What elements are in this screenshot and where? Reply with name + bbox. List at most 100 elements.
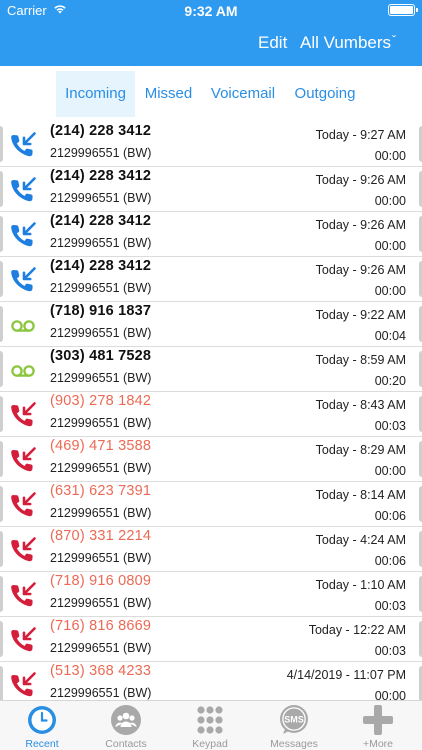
call-line: 2129996551 (BW) (50, 281, 152, 295)
call-timestamp: Today - 4:24 AM (315, 533, 406, 547)
call-duration: 00:03 (374, 599, 406, 613)
call-row[interactable]: (716) 816 8669 2129996551 (BW) Today - 12:… (0, 617, 422, 662)
status-time: 9:32 AM (184, 3, 238, 19)
missed-call-icon (11, 672, 36, 697)
call-row[interactable]: (718) 916 1837 2129996551 (BW) Today - 9:2… (0, 302, 422, 347)
svg-text:SMS: SMS (284, 715, 304, 725)
call-number: (469) 471 3588 (50, 438, 152, 454)
tabbar-contacts[interactable]: Contacts (84, 701, 168, 750)
call-timestamp: Today - 8:14 AM (315, 488, 406, 502)
call-timestamp: Today - 9:22 AM (315, 308, 406, 322)
plus-icon (363, 705, 393, 735)
call-row[interactable]: (303) 481 7528 2129996551 (BW) Today - 8:5… (0, 347, 422, 392)
incoming-call-icon (11, 132, 36, 157)
call-line: 2129996551 (BW) (50, 191, 152, 205)
call-number: (214) 228 3412 (50, 258, 152, 274)
call-duration: 00:00 (374, 689, 406, 700)
tab-missed[interactable]: Missed (139, 71, 198, 117)
call-line: 2129996551 (BW) (50, 416, 152, 430)
tab-outgoing[interactable]: Outgoing (288, 71, 362, 117)
call-row[interactable]: (214) 228 3412 2129996551 (BW) Today - 9:2… (0, 122, 422, 167)
status-bar: Carrier 9:32 AM (0, 0, 422, 22)
call-row[interactable]: (718) 916 0809 2129996551 (BW) Today - 1:1… (0, 572, 422, 617)
call-duration: 00:20 (374, 374, 406, 388)
tabbar-keypad-label: Keypad (192, 738, 228, 750)
call-line: 2129996551 (BW) (50, 326, 152, 340)
call-row[interactable]: (870) 331 2214 2129996551 (BW) Today - 4:2… (0, 527, 422, 572)
chevron-down-icon: ˇ (392, 33, 397, 47)
call-duration: 00:04 (374, 329, 406, 343)
missed-call-icon (11, 627, 36, 652)
call-number: (214) 228 3412 (50, 168, 152, 184)
sms-icon: SMS (280, 705, 308, 734)
call-timestamp: 4/14/2019 - 11:07 PM (286, 668, 406, 682)
call-duration: 00:00 (374, 464, 406, 478)
tabbar-messages[interactable]: SMS Messages (252, 701, 336, 750)
call-timestamp: Today - 1:10 AM (315, 578, 406, 592)
clock-icon (28, 706, 56, 734)
voicemail-icon (11, 365, 35, 377)
call-timestamp: Today - 9:26 AM (315, 218, 406, 232)
call-number: (214) 228 3412 (50, 213, 152, 229)
call-timestamp: Today - 9:27 AM (315, 128, 406, 142)
tabbar-more-label: +More (362, 738, 394, 750)
call-timestamp: Today - 9:26 AM (315, 263, 406, 277)
call-line: 2129996551 (BW) (50, 596, 152, 610)
call-duration: 00:00 (374, 194, 406, 208)
tabbar-keypad[interactable]: Keypad (168, 701, 252, 750)
call-line: 2129996551 (BW) (50, 686, 152, 700)
battery-icon (388, 4, 418, 16)
keypad-icon (197, 706, 223, 734)
tabbar-more[interactable]: +More (336, 701, 420, 750)
call-row[interactable]: (214) 228 3412 2129996551 (BW) Today - 9:2… (0, 212, 422, 257)
call-row[interactable]: (513) 368 4233 2129996551 (BW) 4/14/2019 -… (0, 662, 422, 700)
call-number: (718) 916 0809 (50, 573, 152, 589)
call-number: (718) 916 1837 (50, 303, 152, 319)
call-line: 2129996551 (BW) (50, 506, 152, 520)
call-line: 2129996551 (BW) (50, 461, 152, 475)
all-vumbers-dropdown[interactable]: All Vumbersˇ (300, 33, 396, 53)
call-row[interactable]: (214) 228 3412 2129996551 (BW) Today - 9:2… (0, 257, 422, 302)
tabbar-recent[interactable]: Recent (0, 701, 84, 750)
call-row[interactable]: (214) 228 3412 2129996551 (BW) Today - 9:2… (0, 167, 422, 212)
call-filter-tabs: Incoming Missed Voicemail Outgoing (0, 66, 422, 122)
call-line: 2129996551 (BW) (50, 236, 152, 250)
call-line: 2129996551 (BW) (50, 641, 152, 655)
call-row[interactable]: (903) 278 1842 2129996551 (BW) Today - 8:4… (0, 392, 422, 437)
call-number: (903) 278 1842 (50, 393, 152, 409)
call-duration: 00:03 (374, 644, 406, 658)
call-number: (513) 368 4233 (50, 663, 152, 679)
call-number: (214) 228 3412 (50, 123, 152, 139)
call-row[interactable]: (469) 471 3588 2129996551 (BW) Today - 8:2… (0, 437, 422, 482)
missed-call-icon (11, 582, 36, 607)
call-number: (716) 816 8669 (50, 618, 152, 634)
tabbar-contacts-label: Contacts (105, 738, 147, 750)
call-duration: 00:06 (374, 509, 406, 523)
incoming-call-icon (11, 222, 36, 247)
call-duration: 00:06 (374, 554, 406, 568)
all-vumbers-label: All Vumbers (300, 33, 392, 52)
voicemail-icon (11, 320, 35, 332)
tab-voicemail[interactable]: Voicemail (205, 71, 281, 117)
call-line: 2129996551 (BW) (50, 551, 152, 565)
edit-button[interactable]: Edit (258, 33, 287, 53)
tabbar-recent-label: Recent (25, 738, 59, 750)
call-list[interactable]: (214) 228 3412 2129996551 (BW) Today - 9:2… (0, 122, 422, 700)
call-duration: 00:00 (374, 149, 406, 163)
call-line: 2129996551 (BW) (50, 371, 152, 385)
incoming-call-icon (11, 267, 36, 292)
call-duration: 00:00 (374, 284, 406, 298)
tabbar-messages-label: Messages (270, 738, 318, 750)
call-number: (303) 481 7528 (50, 348, 152, 364)
bottom-tab-bar: Recent Contacts Keypad SMS Messages +Mor… (0, 700, 422, 750)
call-timestamp: Today - 9:26 AM (315, 173, 406, 187)
tab-incoming[interactable]: Incoming (56, 71, 135, 117)
call-timestamp: Today - 8:59 AM (315, 353, 406, 367)
contacts-icon (111, 705, 141, 735)
missed-call-icon (11, 537, 36, 562)
missed-call-icon (11, 492, 36, 517)
call-timestamp: Today - 8:29 AM (315, 443, 406, 457)
call-line: 2129996551 (BW) (50, 146, 152, 160)
call-row[interactable]: (631) 623 7391 2129996551 (BW) Today - 8:1… (0, 482, 422, 527)
call-number: (631) 623 7391 (50, 483, 152, 499)
